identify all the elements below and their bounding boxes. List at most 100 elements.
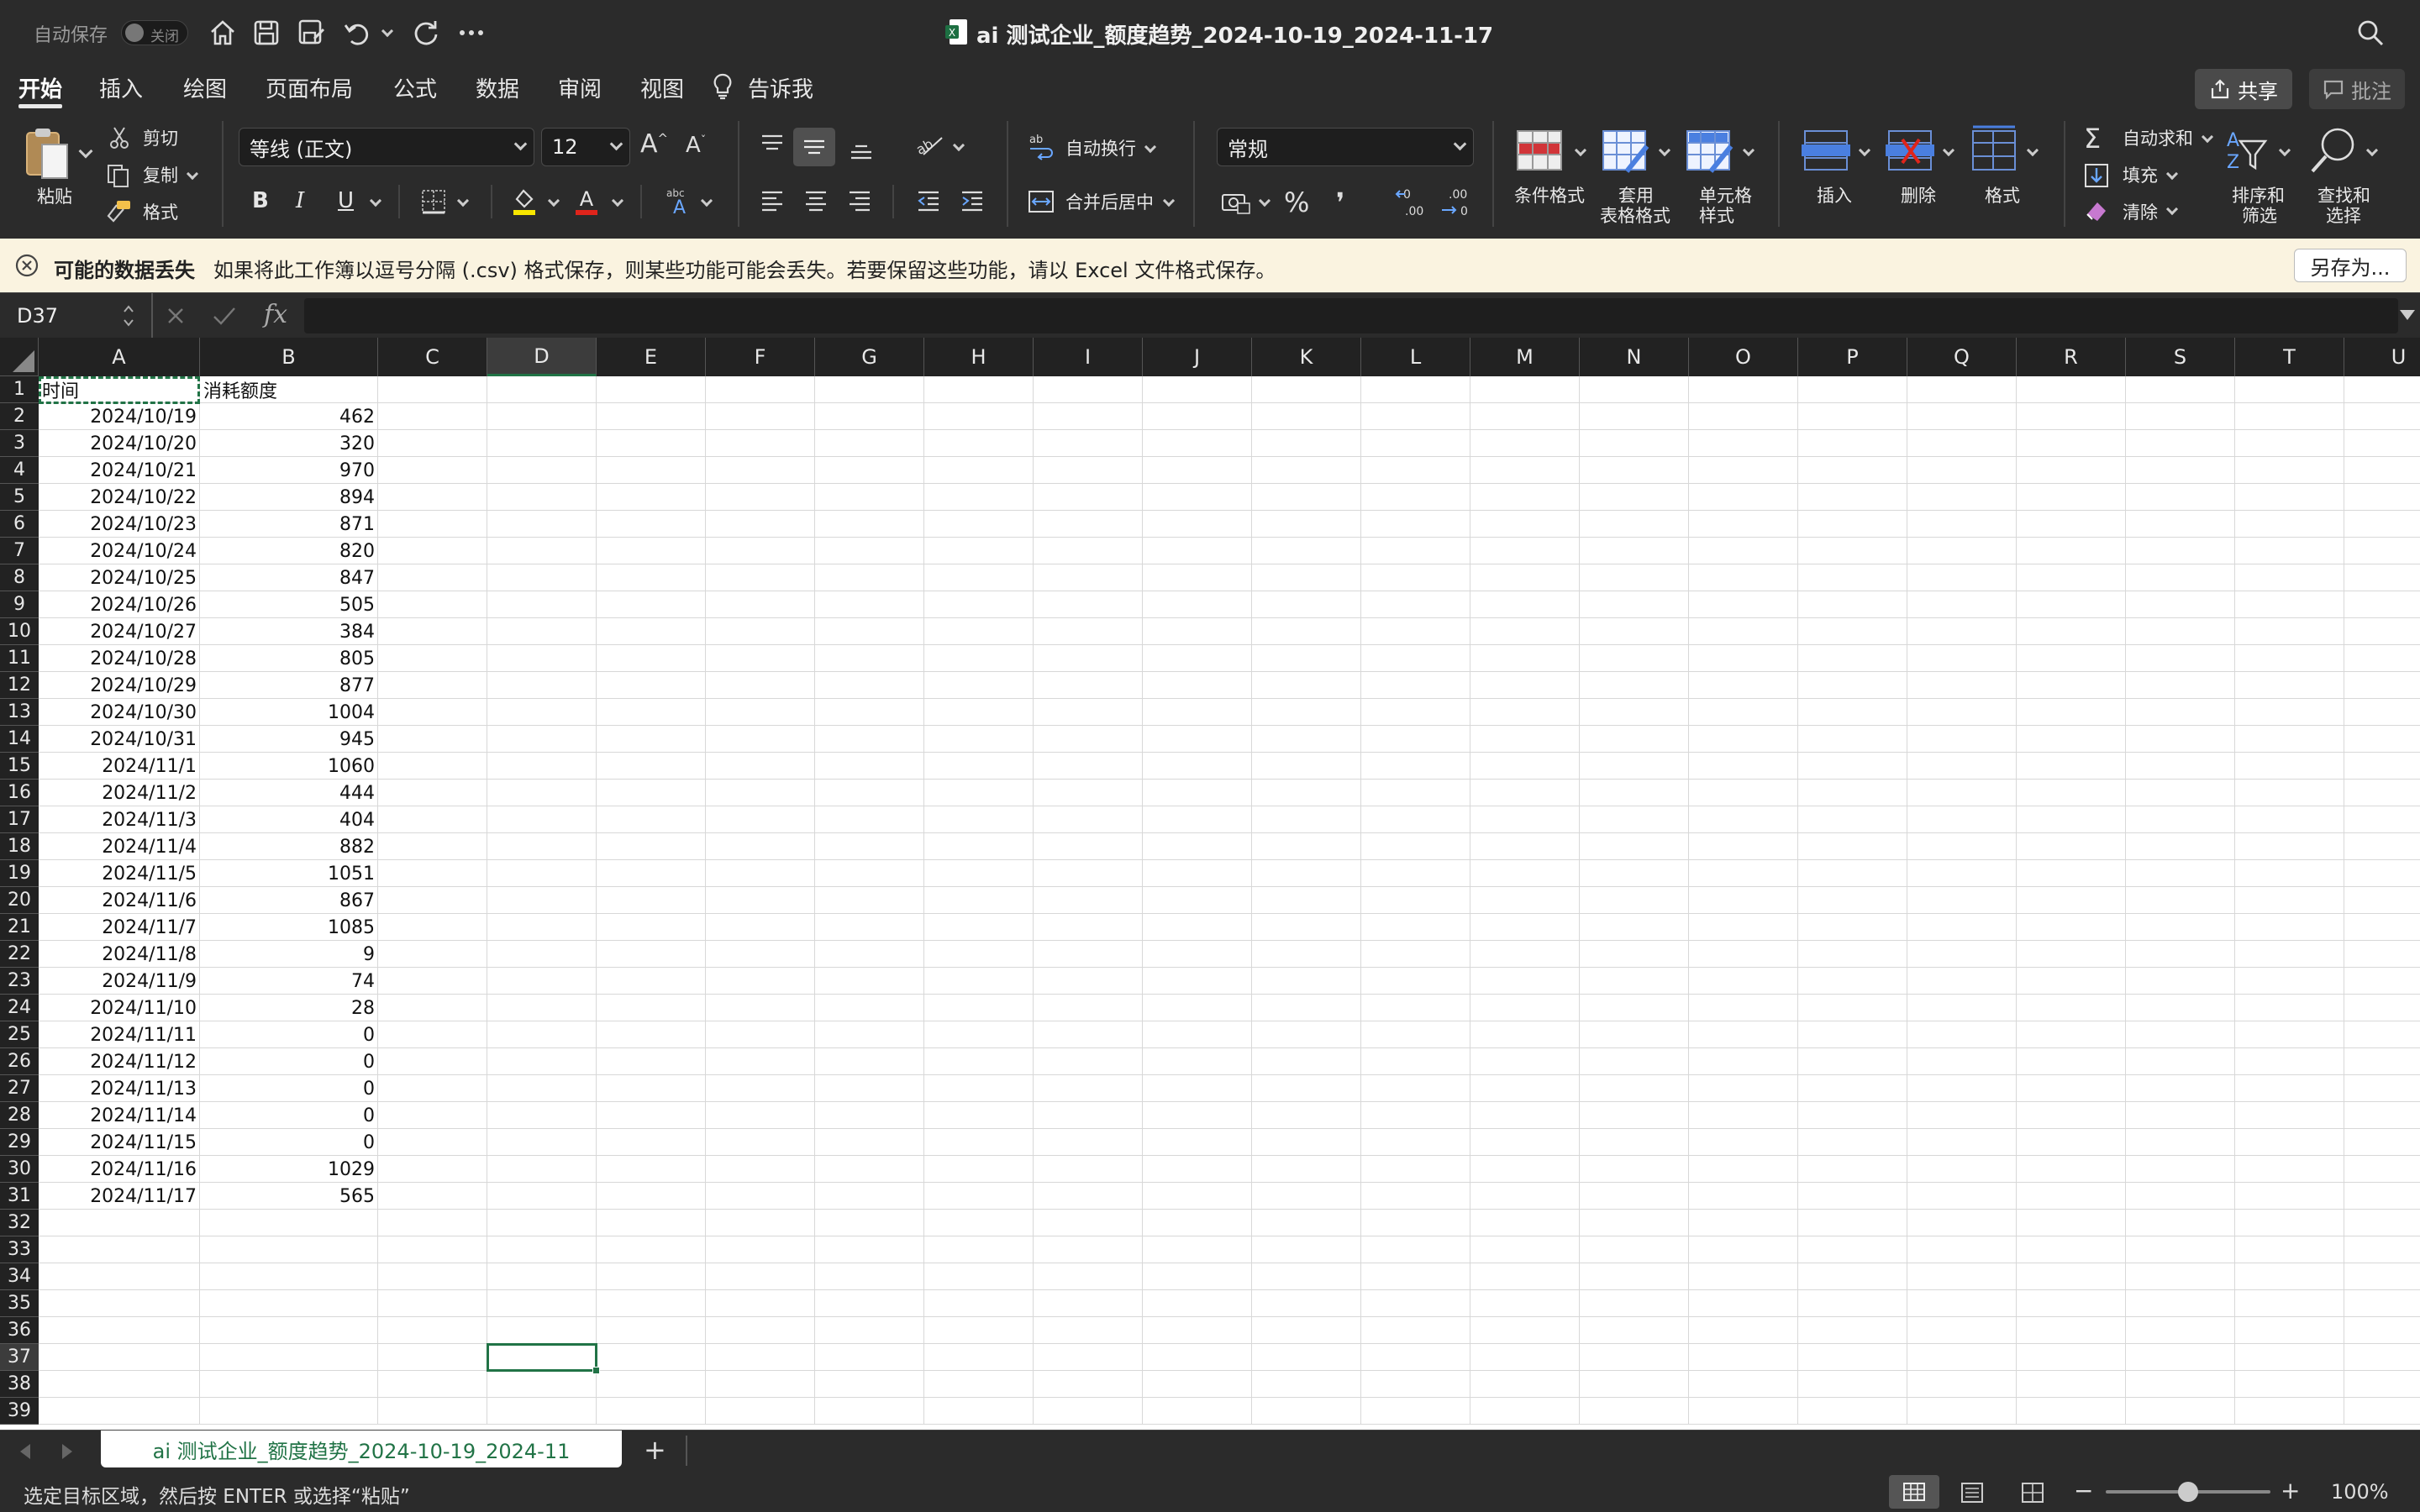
sort-filter-label-2[interactable]: 筛选 [2242, 205, 2277, 227]
sort-filter-label-1[interactable]: 排序和 [2232, 185, 2285, 207]
sort-filter-icon[interactable]: AZ [2225, 126, 2272, 176]
cell-b6[interactable]: 871 [203, 511, 375, 538]
column-header-r[interactable]: R [2017, 338, 2126, 376]
row-header-8[interactable]: 8 [0, 564, 39, 591]
cell-a5[interactable]: 2024/10/22 [42, 484, 197, 511]
scissors-icon[interactable] [108, 126, 131, 150]
cell-b26[interactable]: 0 [203, 1048, 375, 1075]
conditional-format-label[interactable]: 条件格式 [1514, 185, 1585, 207]
cell-b10[interactable]: 384 [203, 618, 375, 645]
cell-b3[interactable]: 320 [203, 430, 375, 457]
wrap-text-button[interactable]: 自动换行 [1065, 138, 1136, 160]
align-middle-icon[interactable] [793, 128, 835, 166]
decrease-indent-icon[interactable] [914, 186, 943, 215]
accounting-format-icon[interactable] [1220, 188, 1252, 217]
cell-styles-label-2[interactable]: 样式 [1699, 205, 1734, 227]
wrap-text-icon[interactable]: ab [1027, 131, 1055, 161]
row-header-13[interactable]: 13 [0, 699, 39, 726]
row-header-4[interactable]: 4 [0, 457, 39, 484]
column-header-j[interactable]: J [1143, 338, 1252, 376]
format-painter-icon[interactable] [104, 198, 133, 223]
zoom-in-button[interactable]: + [2281, 1477, 2300, 1504]
tab-review[interactable]: 审阅 [558, 72, 602, 103]
cell-a7[interactable]: 2024/10/24 [42, 538, 197, 564]
row-header-24[interactable]: 24 [0, 995, 39, 1021]
selected-cell-d37[interactable] [487, 1343, 600, 1374]
cell-styles-label-1[interactable]: 单元格 [1699, 185, 1752, 207]
insert-function-icon[interactable]: fx [264, 300, 287, 329]
cell-a8[interactable]: 2024/10/25 [42, 564, 197, 591]
underline-button[interactable]: U [338, 188, 354, 213]
page-layout-view-icon[interactable] [1960, 1482, 1985, 1504]
paste-clipboard-icon[interactable] [24, 126, 71, 181]
cell-b16[interactable]: 444 [203, 780, 375, 806]
cell-b24[interactable]: 28 [203, 995, 375, 1021]
fill-button[interactable]: 填充 [2123, 165, 2158, 186]
row-header-9[interactable]: 9 [0, 591, 39, 618]
cell-b30[interactable]: 1029 [203, 1156, 375, 1183]
borders-icon[interactable] [420, 188, 447, 215]
increase-indent-icon[interactable] [958, 186, 986, 215]
row-header-15[interactable]: 15 [0, 753, 39, 780]
column-header-g[interactable]: G [815, 338, 924, 376]
number-format-dropdown[interactable]: 常规 [1217, 128, 1474, 166]
delete-cells-label[interactable]: 删除 [1901, 185, 1936, 207]
autosum-button[interactable]: 自动求和 [2123, 128, 2193, 150]
tab-insert[interactable]: 插入 [99, 72, 143, 103]
column-header-c[interactable]: C [378, 338, 487, 376]
copy-icon[interactable] [104, 163, 133, 188]
row-header-31[interactable]: 31 [0, 1183, 39, 1210]
delete-cells-icon[interactable] [1884, 128, 1936, 173]
column-header-q[interactable]: Q [1907, 338, 2017, 376]
normal-view-button[interactable] [1889, 1475, 1939, 1509]
close-message-icon[interactable] [15, 254, 39, 277]
cell-b5[interactable]: 894 [203, 484, 375, 511]
undo-icon[interactable] [339, 15, 375, 50]
tab-formulas[interactable]: 公式 [393, 72, 437, 103]
align-right-icon[interactable] [845, 186, 874, 215]
column-header-k[interactable]: K [1252, 338, 1361, 376]
cell-b18[interactable]: 882 [203, 833, 375, 860]
decrease-decimal-icon[interactable]: .00 0 [1439, 186, 1472, 218]
row-header-39[interactable]: 39 [0, 1398, 39, 1425]
percent-style-button[interactable]: % [1284, 186, 1309, 218]
sheet-tab-active[interactable]: ai 测试企业_额度趋势_2024-10-19_2024-11 [101, 1431, 622, 1467]
cell-b4[interactable]: 970 [203, 457, 375, 484]
tab-page-layout[interactable]: 页面布局 [266, 72, 353, 103]
next-sheet-icon[interactable] [62, 1444, 72, 1459]
column-header-u[interactable]: U [2344, 338, 2420, 376]
row-header-20[interactable]: 20 [0, 887, 39, 914]
cell-a6[interactable]: 2024/10/23 [42, 511, 197, 538]
italic-button[interactable]: I [296, 188, 304, 213]
cell-a17[interactable]: 2024/11/3 [42, 806, 197, 833]
tell-me-search[interactable]: 告诉我 [748, 72, 813, 103]
cell-b22[interactable]: 9 [203, 941, 375, 968]
cell-b28[interactable]: 0 [203, 1102, 375, 1129]
column-header-a[interactable]: A [39, 338, 200, 376]
cell-b17[interactable]: 404 [203, 806, 375, 833]
share-button[interactable]: 共享 [2195, 69, 2292, 109]
select-all-corner[interactable] [0, 338, 39, 376]
add-sheet-button[interactable]: + [644, 1434, 666, 1466]
zoom-level[interactable]: 100% [2331, 1480, 2389, 1504]
row-header-27[interactable]: 27 [0, 1075, 39, 1102]
align-center-icon[interactable] [802, 186, 830, 215]
fill-down-icon[interactable] [2082, 163, 2111, 188]
row-header-26[interactable]: 26 [0, 1048, 39, 1075]
text-orientation-icon[interactable]: ab [914, 131, 946, 160]
row-header-37[interactable]: 37 [0, 1344, 39, 1371]
cell-b12[interactable]: 877 [203, 672, 375, 699]
insert-cells-label[interactable]: 插入 [1817, 185, 1852, 207]
tab-draw[interactable]: 绘图 [183, 72, 227, 103]
tab-view[interactable]: 视图 [640, 72, 684, 103]
save-as-button[interactable]: 另存为... [2294, 249, 2407, 282]
page-break-view-icon[interactable] [2020, 1482, 2045, 1504]
cell-a20[interactable]: 2024/11/6 [42, 887, 197, 914]
eraser-icon[interactable] [2082, 198, 2111, 223]
confirm-entry-icon[interactable] [212, 305, 237, 327]
row-header-17[interactable]: 17 [0, 806, 39, 833]
column-header-i[interactable]: I [1034, 338, 1143, 376]
save-icon[interactable] [249, 15, 284, 50]
cell-a19[interactable]: 2024/11/5 [42, 860, 197, 887]
column-header-h[interactable]: H [924, 338, 1034, 376]
